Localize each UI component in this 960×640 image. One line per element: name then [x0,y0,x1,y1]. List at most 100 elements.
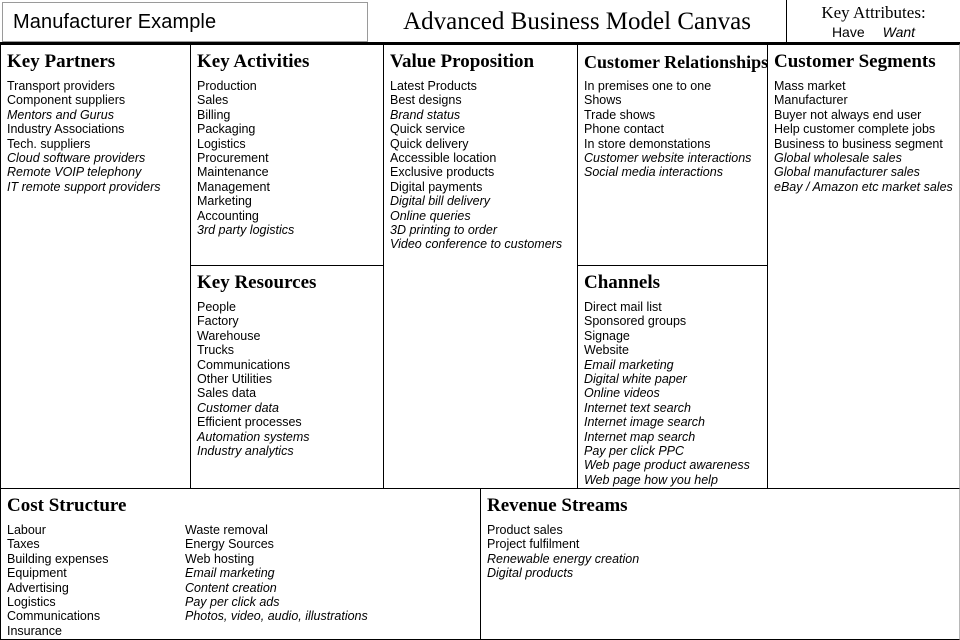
list-item: Warehouse [197,328,261,343]
list-item: Logistics [7,595,56,610]
list-item: Web page product awareness [584,458,750,473]
panel-revenue-streams: Revenue Streams Product sales Project ful… [480,488,960,640]
list-item: Procurement [197,151,269,166]
panel-key-activities: Key Activities Production Sales Billing Pac… [190,44,384,266]
list-item: Accessible location [390,151,497,166]
panel-title-key-resources: Key Resources [197,272,317,293]
panel-title-key-partners: Key Partners [7,51,116,72]
list-item: Digital payments [390,179,483,194]
list-key-resources: People Factory Warehouse Trucks Communicatio… [191,300,383,458]
list-item: Video conference to customers [390,237,563,252]
list-item: Efficient processes [197,415,302,430]
list-item: Waste removal [185,523,268,537]
page-title: Advanced Business Model Canvas [403,8,751,35]
list-item: Project fulfilment [487,537,580,552]
list-item: Content creation [185,580,277,595]
panel-value-proposition: Value Proposition Latest Products Best de… [383,44,578,489]
panel-title-customer-segments: Customer Segments [774,51,936,72]
list-item: Communications [197,357,291,372]
list-item: Packaging [197,122,256,137]
list-item: Taxes [7,537,40,552]
panel-title-value-proposition: Value Proposition [390,51,535,72]
list-customer-segments: Mass market Manufacturer Buyer not always … [768,79,959,194]
list-item: Digital products [487,566,574,581]
list-item: In premises one to one [584,79,712,93]
list-item: Direct mail list [584,300,662,314]
panel-title-channels: Channels [584,272,661,293]
list-item: Website [584,343,629,358]
list-item: Management [197,179,270,194]
panel-title-customer-relationships: Customer Relationships [584,52,768,72]
panel-cost-structure: Cost Structure Labour Taxes Building expen… [0,488,481,640]
list-item: Digital bill delivery [390,194,491,209]
list-item: Billing [197,107,231,122]
list-item: Quick service [390,122,466,137]
list-item: Global manufacturer sales [774,165,920,180]
list-item: Customer data [197,400,279,415]
example-title: Manufacturer Example [13,10,217,33]
list-item: Labour [7,523,46,537]
list-item: Quick delivery [390,136,469,151]
list-item: Mentors and Gurus [7,107,114,122]
list-item: Customer website interactions [584,151,752,166]
panel-key-partners: Key Partners Transport providers Componen… [0,44,191,489]
list-value-proposition: Latest Products Best designs Brand status Q… [384,79,577,252]
list-item: Tech. suppliers [7,136,91,151]
list-item: Buyer not always end user [774,107,922,122]
list-item: Internet image search [584,415,705,430]
panel-title-key-activities: Key Activities [197,51,310,72]
panel-title-cost-structure: Cost Structure [7,495,127,516]
business-model-canvas: Manufacturer Example Advanced Business M… [0,0,960,640]
list-item: Business to business segment [774,136,943,151]
list-item: Best designs [390,93,462,108]
list-item: Production [197,79,257,93]
list-item: Remote VOIP telephony [7,165,142,180]
legend-want-label: Want [882,24,916,40]
list-item: Email marketing [185,566,275,581]
list-item: Sales [197,93,229,108]
list-cost-structure-col2: Waste removal Energy Sources Web hosting Em… [181,523,368,624]
list-item: Exclusive products [390,165,495,180]
list-item: Social media interactions [584,165,723,180]
list-item: Industry Associations [7,122,125,137]
list-item: Photos, video, audio, illustrations [185,609,368,624]
list-item: Manufacturer [774,93,848,108]
list-item: In store demonstations [584,136,711,151]
list-item: Web hosting [185,551,255,566]
list-item: Signage [584,328,630,343]
list-item: People [197,300,236,314]
cost-structure-column-1: Cost Structure Labour Taxes Building expen… [1,489,181,638]
list-channels: Direct mail list Sponsored groups Signage W… [578,300,767,487]
list-item: 3rd party logistics [197,223,295,238]
list-item: Communications [7,609,101,624]
list-item: Other Utilities [197,372,273,387]
list-cost-structure-col1: Labour Taxes Building expenses Equipment Adv… [1,523,181,638]
list-item: Logistics [197,136,246,151]
list-item: Help customer complete jobs [774,122,936,137]
list-item: Brand status [390,107,461,122]
list-item: Marketing [197,194,252,209]
list-item: Energy Sources [185,537,274,552]
list-key-activities: Production Sales Billing Packaging Logistics… [191,79,383,237]
list-item: 3D printing to order [390,223,498,238]
panel-customer-relationships: Customer Relationships In premises one t… [577,44,768,266]
cost-structure-column-2: Waste removal Energy Sources Web hosting Em… [181,489,368,638]
list-item: Trade shows [584,107,656,122]
panel-title-revenue-streams: Revenue Streams [487,495,628,516]
list-item: Maintenance [197,165,269,180]
list-item: Web page how you help [584,472,718,487]
list-item: Online queries [390,208,471,223]
list-item: Building expenses [7,551,109,566]
list-item: Online videos [584,386,660,401]
panel-key-resources: Key Resources People Factory Warehouse Truc… [190,265,384,489]
list-item: Global wholesale sales [774,151,902,166]
list-revenue-streams: Product sales Project fulfilment Renewable… [481,523,959,581]
list-customer-relationships: In premises one to one Shows Trade shows Ph… [578,79,767,180]
list-item: Component suppliers [7,93,126,108]
list-item: Industry analytics [197,444,294,459]
list-item: Pay per click ads [185,595,280,610]
list-item: Latest Products [390,79,477,93]
list-item: Trucks [197,343,235,358]
list-item: IT remote support providers [7,179,161,194]
list-item: Phone contact [584,122,664,137]
